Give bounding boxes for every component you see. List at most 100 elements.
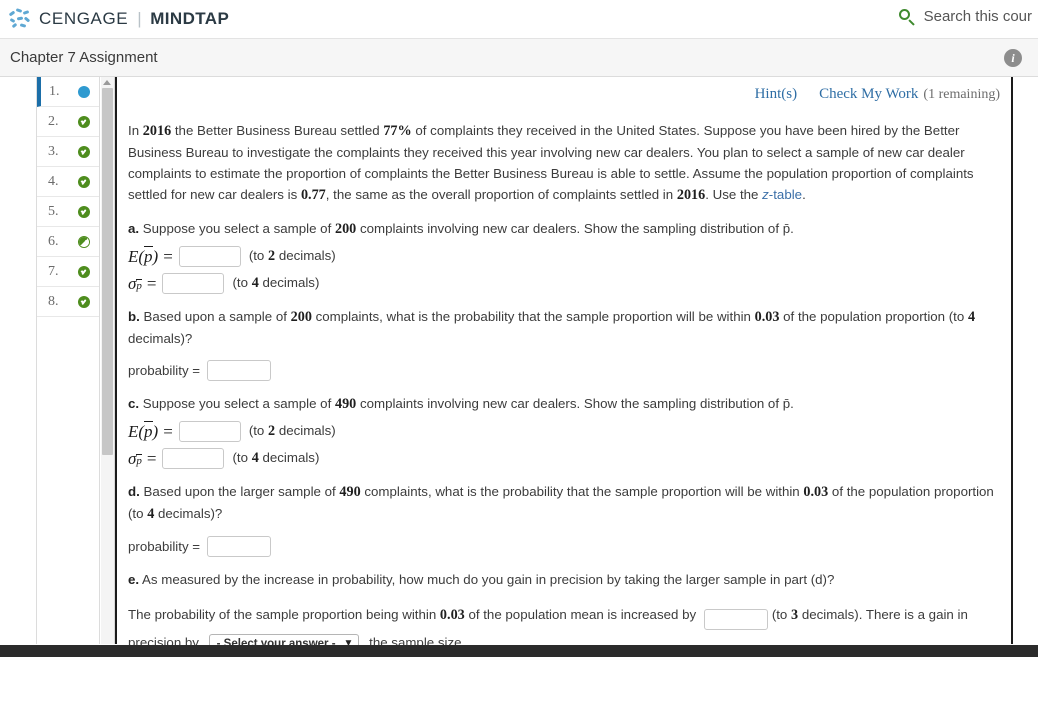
brand-name-group: CENGAGE | MINDTAP <box>39 9 229 29</box>
z-table-link[interactable]: z-table <box>762 187 802 202</box>
course-search[interactable]: Search this cour <box>898 8 1032 26</box>
part-d-text: d. Based upon the larger sample of 490 c… <box>128 481 1000 525</box>
info-icon[interactable]: i <box>1004 49 1022 67</box>
brand-separator: | <box>137 9 143 28</box>
intro-percent: 77% <box>383 123 412 139</box>
part-c-text: c. Suppose you select a sample of 490 co… <box>128 393 1000 415</box>
search-icon <box>898 8 915 26</box>
question-toolbar: Hint(s) Check My Work (1 remaining) <box>126 77 1002 103</box>
part-b-answer-label: probability = <box>128 363 201 378</box>
sidebar-item-question-2[interactable]: 2. <box>37 107 99 137</box>
question-pane: Hint(s) Check My Work (1 remaining) In 2… <box>115 77 1013 655</box>
part-b-probability-input[interactable] <box>207 360 272 381</box>
part-d-text-mid: complaints, what is the probability that… <box>360 484 804 499</box>
sidebar-item-question-6[interactable]: 6. <box>37 227 99 257</box>
question-number: 8. <box>48 293 59 309</box>
part-a-expected-value-input[interactable] <box>178 246 241 267</box>
sidebar-item-question-7[interactable]: 7. <box>37 257 99 287</box>
part-a-sample-size: 200 <box>334 221 357 237</box>
check-my-work-link[interactable]: Check My Work <box>819 86 918 103</box>
part-e-increase-input[interactable] <box>703 609 768 630</box>
standard-deviation-symbol: σp <box>128 448 142 468</box>
scroll-up-arrow-icon[interactable] <box>103 80 111 85</box>
part-c-std-dev-hint: (to 4 decimals) <box>232 450 320 466</box>
cengage-dots-logo-icon <box>8 8 34 30</box>
part-d-answer-row: probability = <box>128 536 1000 557</box>
brand-bar: CENGAGE | MINDTAP Search this cour <box>0 0 1038 39</box>
part-a-text-after: complaints involving new car dealers. Sh… <box>356 221 794 236</box>
question-number: 4. <box>48 173 59 189</box>
intro-year-1: 2016 <box>142 123 172 139</box>
part-b-answer-row: probability = <box>128 360 1000 381</box>
part-a-std-dev-row: σp = (to 4 decimals) <box>128 273 1000 294</box>
page-title: Chapter 7 Assignment <box>10 49 158 66</box>
part-e-text: e. As measured by the increase in probab… <box>128 569 1000 590</box>
part-d-text-before: Based upon the larger sample of <box>139 484 340 499</box>
part-e-text-3: (to <box>771 607 792 622</box>
part-a-std-dev-input[interactable] <box>162 273 225 294</box>
sidebar-item-question-1[interactable]: 1. <box>37 77 99 107</box>
question-number: 6. <box>48 233 59 249</box>
scrollbar-thumb[interactable] <box>102 88 113 455</box>
sidebar-item-question-5[interactable]: 5. <box>37 197 99 227</box>
cengage-logo[interactable]: CENGAGE | MINDTAP <box>0 8 229 30</box>
part-b-sample-size: 200 <box>290 309 312 325</box>
intro-text-4: , the same as the overall proportion of … <box>325 187 677 202</box>
part-b-decimals: 4 <box>967 309 976 325</box>
part-a-expected-value-hint: (to 2 decimals) <box>248 248 336 264</box>
vertical-scrollbar[interactable] <box>101 77 115 644</box>
part-c-expected-value-hint: (to 2 decimals) <box>248 423 336 439</box>
part-d-within: 0.03 <box>803 484 829 500</box>
part-b-text-after: of the population proportion (to <box>779 309 968 324</box>
intro-proportion: 0.77 <box>300 187 326 203</box>
brand-mindtap: MINDTAP <box>150 9 230 28</box>
blue-dot-icon <box>78 85 90 98</box>
question-number: 1. <box>49 83 60 99</box>
attempts-remaining-label: (1 remaining) <box>923 87 1000 102</box>
part-c-text-after: complaints involving new car dealers. Sh… <box>356 396 794 411</box>
green-check-icon <box>78 265 90 278</box>
intro-text-1: In <box>128 123 143 138</box>
search-input-placeholder[interactable]: Search this cour <box>924 8 1032 25</box>
part-a-text: a. Suppose you select a sample of 200 co… <box>128 218 1000 240</box>
part-c-letter: c. <box>128 396 140 411</box>
part-c-expected-value-row: E(p) = (to 2 decimals) <box>128 420 1000 442</box>
part-d-probability-input[interactable] <box>207 536 272 557</box>
intro-text-6: . <box>802 187 806 202</box>
right-margin <box>1015 154 1038 721</box>
part-b-text-tail: decimals)? <box>128 331 193 346</box>
part-a-text-before: Suppose you select a sample of <box>139 221 335 236</box>
part-b-text: b. Based upon a sample of 200 complaints… <box>128 306 1000 349</box>
part-c-std-dev-input[interactable] <box>162 448 225 469</box>
part-c-sample-size: 490 <box>334 396 357 412</box>
question-number: 7. <box>48 263 59 279</box>
sidebar-item-question-8[interactable]: 8. <box>37 287 99 317</box>
half-circle-icon <box>78 235 90 248</box>
equals-sign: = <box>163 246 173 266</box>
intro-text-2: the Better Business Bureau settled <box>171 123 384 138</box>
part-e-text-1: The probability of the sample proportion… <box>128 607 440 622</box>
assignment-title-bar: Chapter 7 Assignment i <box>0 39 1038 77</box>
intro-text-5: . Use the <box>705 187 763 202</box>
sidebar-item-question-4[interactable]: 4. <box>37 167 99 197</box>
standard-deviation-symbol: σp <box>128 273 142 293</box>
question-nav-list: 1. 2. 3. 4. 5. 6. 7. 8. <box>36 77 100 644</box>
mindtap-assignment-page: CENGAGE | MINDTAP Search this cour Chapter… <box>0 0 1038 721</box>
part-d-text-tail: decimals)? <box>154 506 223 521</box>
part-a-letter: a. <box>128 221 140 236</box>
part-c-expected-value-input[interactable] <box>178 421 241 442</box>
sidebar-item-question-3[interactable]: 3. <box>37 137 99 167</box>
hints-link[interactable]: Hint(s) <box>755 86 798 103</box>
brand-cengage: CENGAGE <box>39 9 129 28</box>
part-e-question: As measured by the increase in probabili… <box>139 572 835 587</box>
green-check-icon <box>78 175 90 188</box>
part-b-letter: b. <box>128 309 140 324</box>
question-number: 5. <box>48 203 59 219</box>
part-d-letter: d. <box>128 484 140 499</box>
part-e-letter: e. <box>128 572 140 587</box>
equals-sign: = <box>146 273 157 293</box>
bottom-bar <box>0 645 1038 657</box>
equals-sign: = <box>163 421 173 441</box>
part-d-sample-size: 490 <box>339 484 361 500</box>
part-a-expected-value-row: E(p) = (to 2 decimals) <box>128 245 1000 267</box>
